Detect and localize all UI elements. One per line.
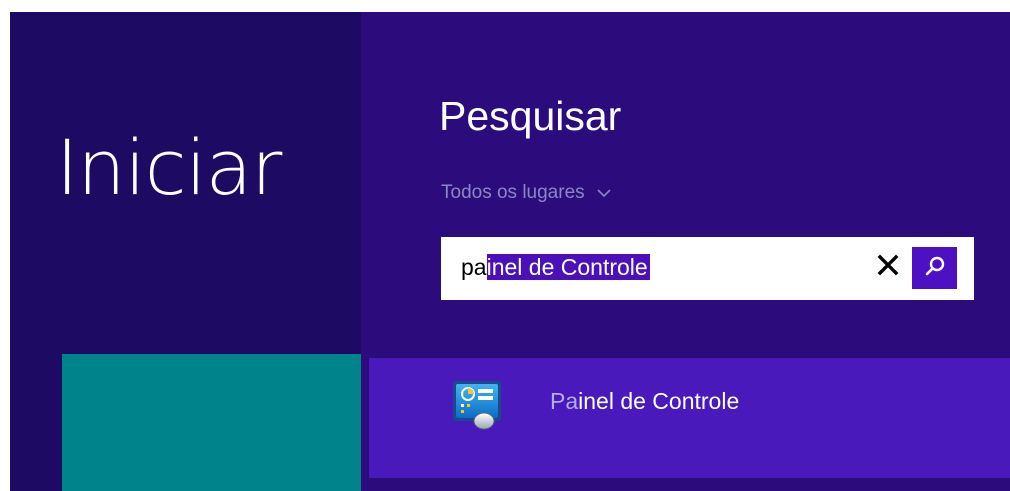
start-title: Iniciar (56, 123, 282, 212)
search-query: painel de Controle (461, 253, 650, 282)
result-label-rest: inel de Controle (578, 388, 740, 414)
close-icon (877, 254, 899, 281)
result-label: Painel de Controle (550, 388, 739, 415)
search-scope-label: Todos os lugares (441, 182, 585, 203)
search-query-selected: inel de Controle (486, 254, 650, 280)
search-result-control-panel[interactable]: Painel de Controle (369, 358, 1010, 478)
search-button[interactable] (912, 247, 957, 289)
start-panel: Iniciar (10, 12, 361, 491)
start-screen: Iniciar Pesquisar Todos os lugares paine… (10, 12, 1010, 491)
search-query-unselected: pa (461, 254, 487, 280)
search-scope-dropdown[interactable]: Todos os lugares (441, 182, 611, 204)
search-input[interactable]: painel de Controle (441, 237, 974, 300)
clear-search-button[interactable] (873, 251, 903, 283)
result-label-match: Pa (550, 388, 579, 414)
app-tile[interactable] (62, 354, 361, 491)
control-panel-icon (449, 377, 505, 433)
search-title: Pesquisar (439, 93, 622, 139)
chevron-down-icon (597, 186, 611, 200)
search-icon (924, 255, 946, 282)
